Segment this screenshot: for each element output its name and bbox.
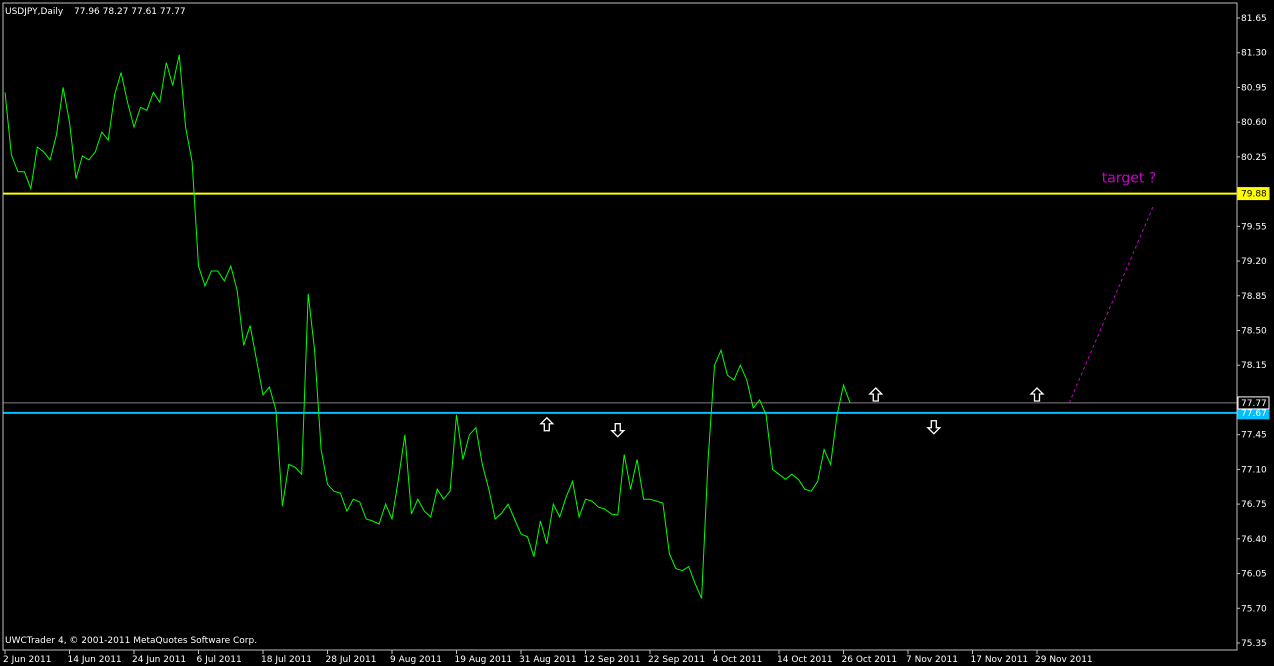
x-tick-label: 24 Jun 2011 <box>132 655 186 665</box>
copyright-notice: UWCTrader 4, © 2001-2011 MetaQuotes Soft… <box>5 636 257 646</box>
y-tick-label: 78.50 <box>1241 327 1267 337</box>
y-tick-label: 77.45 <box>1241 431 1267 441</box>
y-tick-label: 79.20 <box>1241 257 1267 267</box>
x-tick-label: 4 Oct 2011 <box>713 655 763 665</box>
x-tick-label: 19 Aug 2011 <box>455 655 513 665</box>
symbol-label: USDJPY,Daily <box>5 7 64 17</box>
x-tick-label: 9 Aug 2011 <box>390 655 442 665</box>
y-tick-label: 81.65 <box>1241 14 1267 24</box>
x-tick-label: 28 Jul 2011 <box>326 655 377 665</box>
y-tick-label: 75.35 <box>1241 639 1267 649</box>
current-price-tag-label: 77.77 <box>1241 399 1267 409</box>
x-tick-label: 6 Jul 2011 <box>197 655 242 665</box>
y-tick-label: 76.75 <box>1241 500 1267 510</box>
support-price-tag-label: 77.67 <box>1241 409 1267 419</box>
y-tick-label: 79.55 <box>1241 222 1267 232</box>
y-tick-label: 76.40 <box>1241 535 1267 545</box>
chart-background <box>0 0 1274 666</box>
y-tick-label: 80.60 <box>1241 118 1267 128</box>
x-tick-label: 31 Aug 2011 <box>519 655 577 665</box>
price-chart: target ? 81.6581.3080.9580.6080.2579.957… <box>0 0 1274 666</box>
y-tick-label: 80.95 <box>1241 83 1267 93</box>
x-tick-label: 14 Oct 2011 <box>777 655 833 665</box>
target-annotation: target ? <box>1102 171 1156 187</box>
y-tick-label: 77.10 <box>1241 465 1267 475</box>
y-tick-label: 75.70 <box>1241 604 1267 614</box>
x-tick-label: 18 Jul 2011 <box>261 655 312 665</box>
x-tick-label: 22 Sep 2011 <box>648 655 705 665</box>
y-tick-label: 81.30 <box>1241 49 1267 59</box>
x-tick-label: 2 Jun 2011 <box>3 655 51 665</box>
y-tick-label: 76.05 <box>1241 570 1267 580</box>
resistance-price-tag-label: 79.88 <box>1241 190 1267 200</box>
x-tick-label: 17 Nov 2011 <box>971 655 1029 665</box>
x-tick-label: 29 Nov 2011 <box>1035 655 1093 665</box>
x-tick-label: 12 Sep 2011 <box>584 655 641 665</box>
ohlc-readout: 77.96 78.27 77.61 77.77 <box>74 7 186 17</box>
y-tick-label: 78.85 <box>1241 292 1267 302</box>
x-tick-label: 7 Nov 2011 <box>906 655 958 665</box>
x-tick-label: 26 Oct 2011 <box>842 655 898 665</box>
y-tick-label: 80.25 <box>1241 153 1267 163</box>
y-tick-label: 78.15 <box>1241 361 1267 371</box>
x-tick-label: 14 Jun 2011 <box>68 655 122 665</box>
